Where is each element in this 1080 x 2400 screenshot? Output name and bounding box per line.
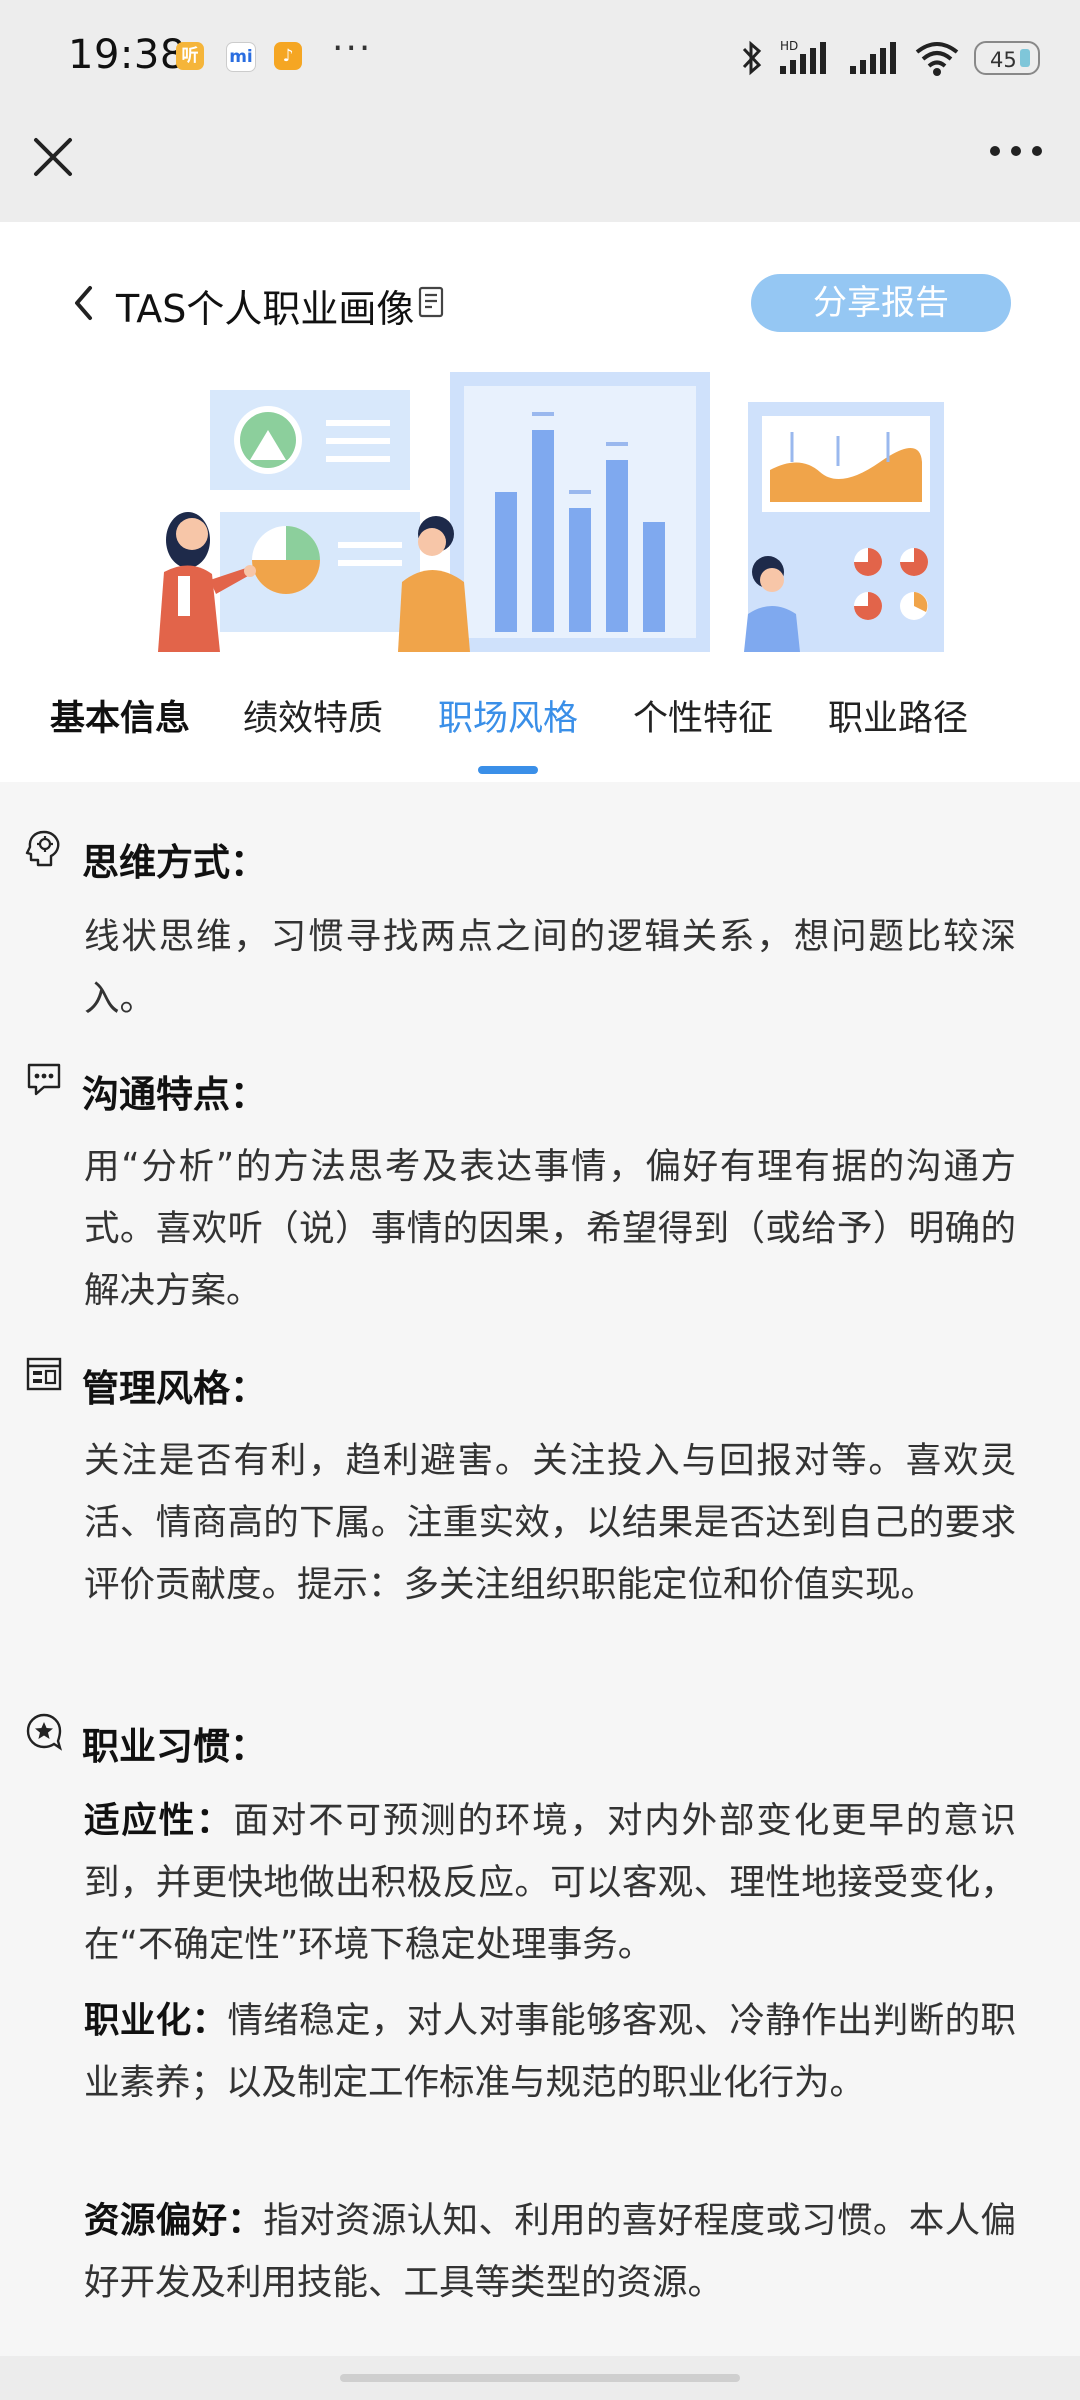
status-time: 19:38	[68, 32, 186, 78]
battery-icon: 45	[974, 41, 1040, 75]
signal-icon	[850, 42, 896, 74]
star-badge-icon	[26, 1713, 63, 1751]
tab-performance-traits[interactable]: 绩效特质	[243, 690, 383, 741]
section-title-thinking: 思维方式：	[82, 841, 267, 884]
habit-item: 适应性：面对不可预测的环境，对内外部变化更早的意识到，并更快地做出积极反应。可以…	[84, 1790, 1016, 1976]
section-title-habits: 职业习惯：	[82, 1725, 267, 1768]
hero-illustration	[158, 372, 944, 652]
report-header: TAS个人职业画像 分享报告 基本信息 绩效特质 职场风格 个性特征 职业路径	[0, 222, 1080, 782]
signal-hd-icon: HD	[780, 39, 826, 74]
tab-career-path[interactable]: 职业路径	[828, 690, 968, 741]
dashboard-window-icon	[26, 1357, 62, 1391]
habit-label-professionalism: 职业化：	[84, 2000, 228, 2041]
habit-item: 资源偏好：指对资源认知、利用的喜好程度或习惯。本人偏好开发及利用技能、工具等类型…	[84, 2190, 1016, 2314]
title-bar	[0, 118, 1080, 222]
brain-idea-icon	[25, 830, 60, 867]
section-tabs: 基本信息 绩效特质 职场风格 个性特征 职业路径	[0, 690, 1080, 780]
home-indicator[interactable]	[340, 2374, 740, 2382]
share-report-button[interactable]: 分享报告	[751, 274, 1011, 332]
close-icon[interactable]	[30, 134, 76, 180]
habit-item: 职业化：情绪稳定，对人对事能够客观、冷静作出判断的职业素养；以及制定工作标准与规…	[84, 1990, 1016, 2114]
chat-bubble-icon	[27, 1063, 61, 1096]
active-tab-indicator	[478, 766, 538, 774]
wifi-icon	[915, 42, 959, 76]
tab-basic-info[interactable]: 基本信息	[50, 690, 190, 741]
habit-label-adaptability: 适应性：	[84, 1800, 234, 1841]
tab-personality-traits[interactable]: 个性特征	[633, 690, 773, 741]
habit-label-resource-preference: 资源偏好：	[84, 2200, 264, 2241]
page-title: TAS个人职业画像	[116, 287, 415, 331]
listen-app-icon: 听	[176, 42, 204, 70]
tab-workplace-style[interactable]: 职场风格	[438, 690, 578, 741]
more-options-icon[interactable]	[988, 144, 1044, 158]
bluetooth-icon	[742, 40, 762, 76]
document-icon[interactable]	[418, 286, 446, 318]
section-text-thinking: 线状思维，习惯寻找两点之间的逻辑关系，想问题比较深入。	[84, 916, 1016, 1019]
back-icon[interactable]	[70, 282, 96, 324]
battery-level: 45	[990, 48, 1017, 72]
section-text-management: 关注是否有利，趋利避害。关注投入与回报对等。喜欢灵活、情商高的下属。注重实效，以…	[84, 1440, 1016, 1605]
network-label: HD	[780, 39, 798, 53]
section-title-management: 管理风格：	[82, 1367, 267, 1410]
section-title-communication: 沟通特点：	[82, 1073, 267, 1116]
status-bar: 19:38 听 mi ♪ ··· HD 45	[0, 0, 1080, 118]
section-text-communication: 用“分析”的方法思考及表达事情，偏好有理有据的沟通方式。喜欢听（说）事情的因果，…	[84, 1146, 1016, 1311]
music-app-icon: ♪	[274, 42, 302, 70]
more-notifications-icon: ···	[332, 28, 373, 69]
mi-app-icon: mi	[226, 42, 256, 72]
